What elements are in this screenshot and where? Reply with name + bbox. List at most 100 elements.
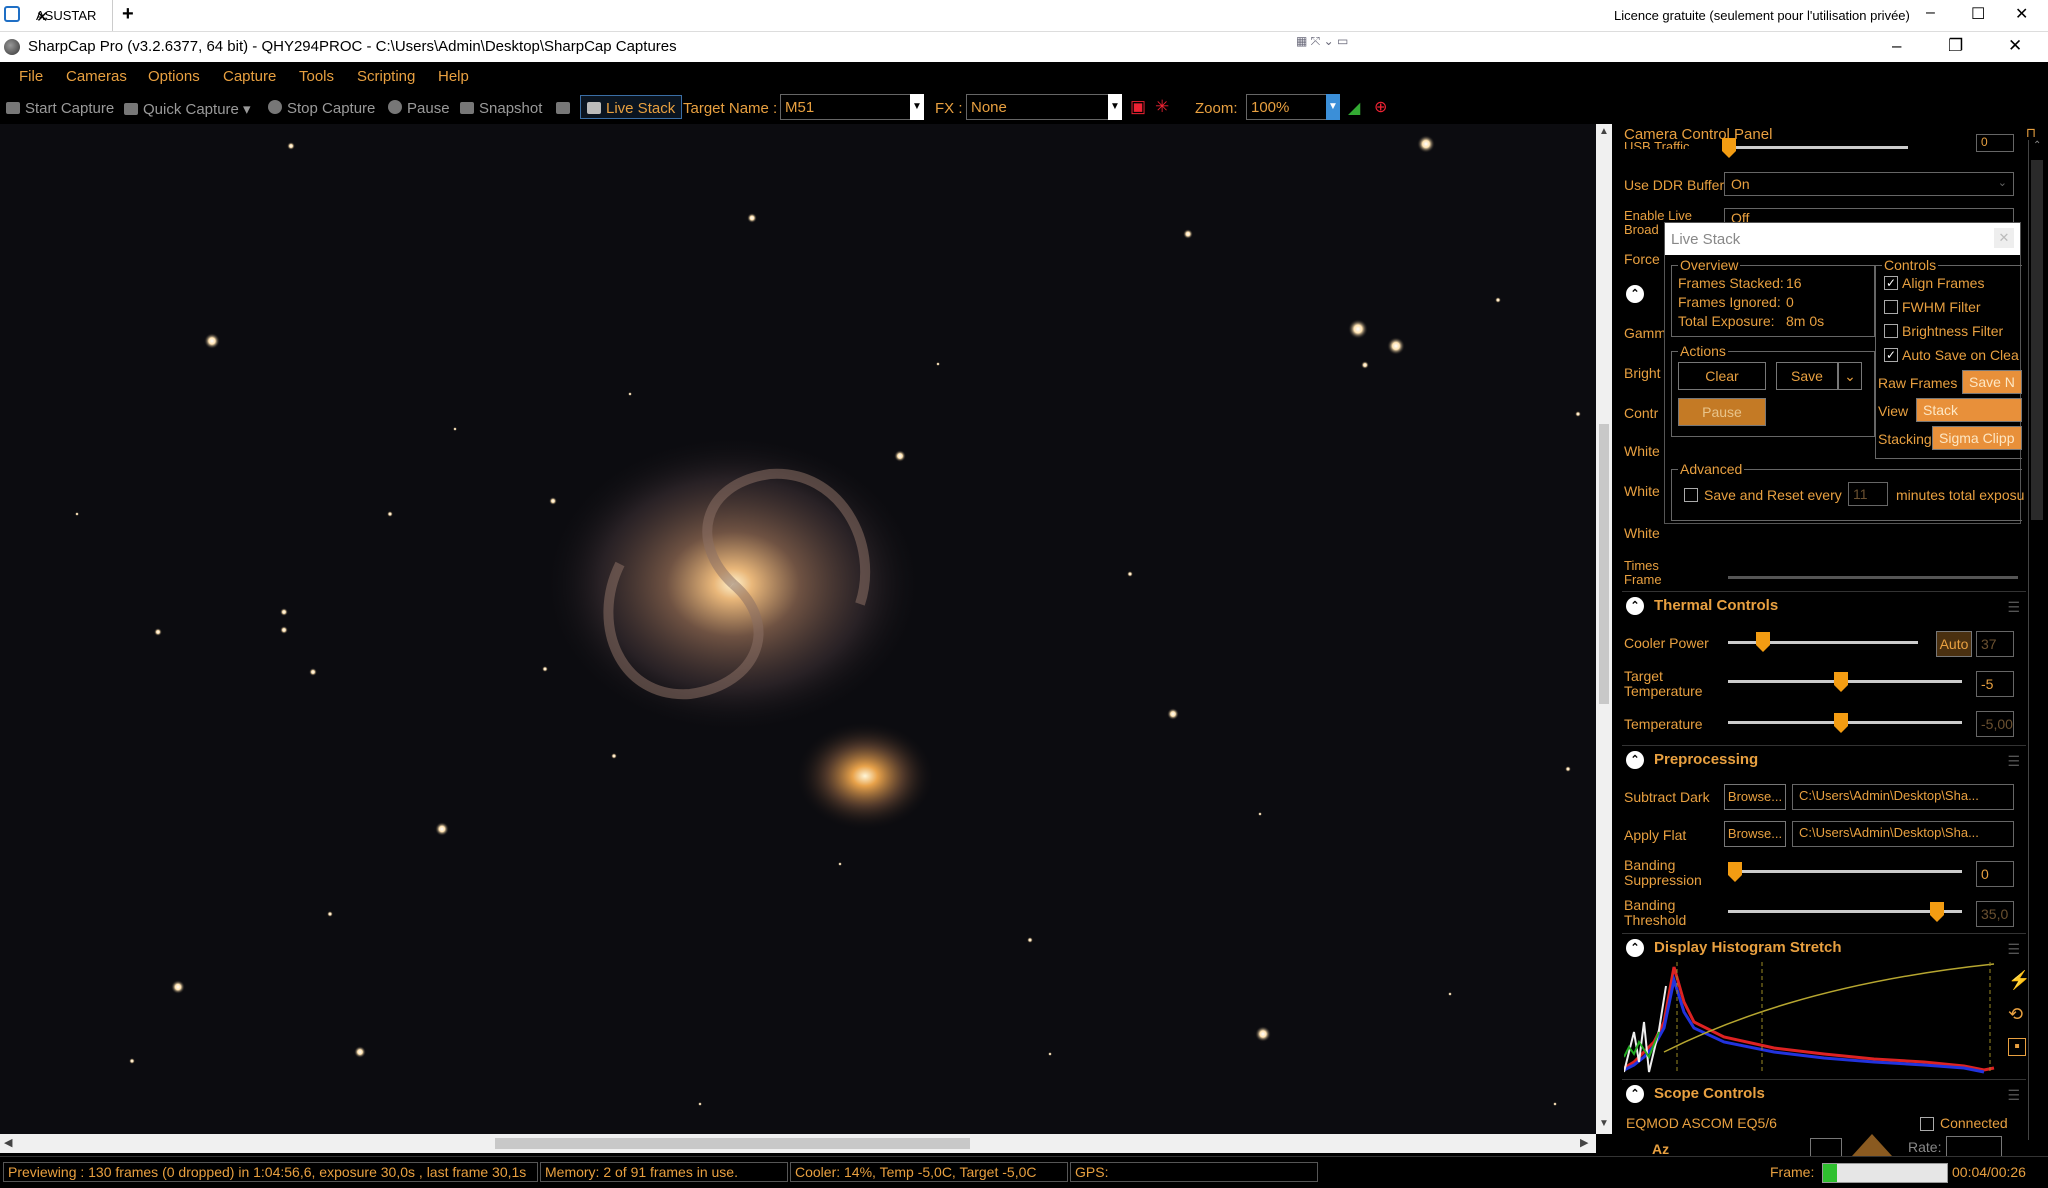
collapse-icon[interactable]: ⌃ xyxy=(1626,939,1644,957)
usb-traffic-slider[interactable] xyxy=(1728,146,1908,149)
scroll-down-icon[interactable]: ▼ xyxy=(1599,1118,1609,1129)
auto-save-checkbox[interactable]: ✓ xyxy=(1884,348,1898,362)
slider-knob[interactable] xyxy=(1834,672,1848,692)
thermal-controls-header[interactable]: ⌃ Thermal Controls ☰ xyxy=(1622,591,2026,620)
view-select[interactable]: Stack xyxy=(1916,398,2022,422)
target-name-select[interactable]: M51 xyxy=(780,94,924,120)
menu-scripting[interactable]: Scripting xyxy=(357,68,415,85)
close-icon[interactable]: ✕ xyxy=(2008,36,2022,56)
raw-frames-select[interactable]: Save N xyxy=(1962,370,2022,394)
menu-cameras[interactable]: Cameras xyxy=(66,68,127,85)
menu-tools[interactable]: Tools xyxy=(299,68,334,85)
slew-left-button[interactable] xyxy=(1810,1138,1842,1156)
restore-icon[interactable]: ❐ xyxy=(1948,36,1963,56)
chevron-down-icon[interactable]: ▼ xyxy=(1326,94,1340,120)
menu-file[interactable]: File xyxy=(19,68,43,85)
scope-controls-header[interactable]: ⌃ Scope Controls ☰ xyxy=(1622,1079,2026,1108)
quick-capture-button[interactable]: Quick Capture ▾ xyxy=(124,100,251,118)
cooler-power-value[interactable]: 37 xyxy=(1976,631,2014,657)
banding-suppression-slider[interactable] xyxy=(1728,870,1962,873)
chevron-down-icon[interactable]: ▼ xyxy=(910,94,924,120)
close-icon[interactable]: ✕ xyxy=(1994,228,2014,248)
menu-help[interactable]: Help xyxy=(438,68,469,85)
frame-slider[interactable] xyxy=(1728,576,2018,579)
cooler-auto-button[interactable]: Auto xyxy=(1936,631,1972,657)
start-capture-button[interactable]: Start Capture xyxy=(6,100,114,117)
snapshot-button[interactable]: Snapshot xyxy=(460,100,542,117)
panel-scrollbar[interactable]: ⌃ xyxy=(2028,140,2047,1140)
collapse-icon[interactable]: ⌃ xyxy=(1626,285,1644,303)
pin-icon[interactable]: ⊓ xyxy=(2026,125,2036,141)
slider-knob[interactable] xyxy=(1722,138,1736,158)
rate-select[interactable] xyxy=(1946,1136,2002,1156)
pause-button[interactable]: Pause xyxy=(388,100,450,117)
close-tab-icon[interactable]: ✕ xyxy=(36,8,104,26)
histogram-display[interactable] xyxy=(1623,962,2002,1074)
scroll-thumb[interactable] xyxy=(2031,160,2043,520)
minutes-input[interactable]: 11 xyxy=(1848,482,1888,506)
align-frames-checkbox[interactable]: ✓ xyxy=(1884,276,1898,290)
scroll-thumb[interactable] xyxy=(495,1138,970,1149)
chevron-down-icon[interactable]: ▼ xyxy=(1108,94,1122,120)
image-viewer[interactable] xyxy=(0,124,1596,1134)
menu-lines-icon[interactable]: ☰ xyxy=(2007,753,2020,770)
close-icon[interactable]: ✕ xyxy=(2015,4,2028,24)
monitor-icon[interactable] xyxy=(556,100,575,117)
slider-knob[interactable] xyxy=(1756,632,1770,652)
scroll-right-icon[interactable]: ▶ xyxy=(1580,1136,1588,1149)
reticle-icon[interactable]: ▣ xyxy=(1130,97,1146,117)
menu-lines-icon[interactable]: ☰ xyxy=(2007,941,2020,958)
collapse-icon[interactable]: ⌃ xyxy=(1626,751,1644,769)
browse-dark-button[interactable]: Browse... xyxy=(1724,784,1786,810)
slider-knob[interactable] xyxy=(1930,902,1944,922)
preprocessing-header[interactable]: ⌃ Preprocessing ☰ xyxy=(1622,745,2026,774)
fwhm-filter-checkbox[interactable] xyxy=(1884,300,1898,314)
clear-button[interactable]: Clear xyxy=(1678,362,1766,390)
remote-tab[interactable]: ASUSTAR ✕ xyxy=(26,0,113,31)
banding-threshold-value[interactable]: 35,0 xyxy=(1976,901,2014,927)
brightness-filter-checkbox[interactable] xyxy=(1884,324,1898,338)
dark-path-select[interactable]: C:\Users\Admin\Desktop\Sha... xyxy=(1792,784,2014,810)
browse-flat-button[interactable]: Browse... xyxy=(1724,821,1786,847)
connected-checkbox[interactable] xyxy=(1920,1117,1934,1131)
scroll-up-icon[interactable]: ⌃ xyxy=(2033,140,2041,151)
new-tab-icon[interactable]: + xyxy=(122,3,134,26)
live-stack-button[interactable]: Live Stack xyxy=(580,95,683,119)
zoom-search-icon[interactable]: ⊕ xyxy=(1374,97,1387,117)
banding-threshold-slider[interactable] xyxy=(1728,910,1962,913)
menu-capture[interactable]: Capture xyxy=(223,68,276,85)
reset-icon[interactable]: ⟲ xyxy=(2008,1004,2023,1025)
menu-options[interactable]: Options xyxy=(148,68,200,85)
pause-stack-button[interactable]: Pause xyxy=(1678,398,1766,426)
slew-up-icon[interactable] xyxy=(1852,1134,1892,1156)
image-controls-header[interactable]: ⌃ xyxy=(1612,280,1644,308)
scroll-up-icon[interactable]: ▲ xyxy=(1599,126,1609,137)
minimize-icon[interactable]: – xyxy=(1926,4,1935,22)
histogram-stretch-header[interactable]: ⌃ Display Histogram Stretch ☰ xyxy=(1622,933,2026,962)
histogram-icon[interactable]: ◢ xyxy=(1348,98,1360,118)
scroll-thumb[interactable] xyxy=(1599,424,1609,704)
stacking-select[interactable]: Sigma Clipp xyxy=(1932,426,2022,450)
stop-capture-button[interactable]: Stop Capture xyxy=(268,100,375,117)
ddr-buffer-select[interactable]: On ⌄ xyxy=(1724,172,2014,196)
menu-lines-icon[interactable]: ☰ xyxy=(2007,1087,2020,1104)
menu-lines-icon[interactable]: ☰ xyxy=(2007,599,2020,616)
remote-toolbar-icons[interactable]: ▦ ⤧ ⌄ ▭ xyxy=(1296,34,1348,49)
minimize-icon[interactable]: – xyxy=(1892,36,1901,56)
crosshair-icon[interactable]: ✳ xyxy=(1155,97,1169,117)
collapse-icon[interactable]: ⌃ xyxy=(1626,1085,1644,1103)
maximize-icon[interactable]: ☐ xyxy=(1971,4,1985,24)
save-options-button[interactable]: ⌄ xyxy=(1838,362,1862,390)
save-icon[interactable]: ▪ xyxy=(2008,1038,2026,1056)
fx-select[interactable]: None xyxy=(966,94,1122,120)
collapse-icon[interactable]: ⌃ xyxy=(1626,597,1644,615)
slider-knob[interactable] xyxy=(1728,862,1742,882)
viewer-vertical-scrollbar[interactable]: ▲ ▼ xyxy=(1596,124,1612,1134)
usb-traffic-value[interactable]: 0 xyxy=(1976,134,2014,152)
scroll-left-icon[interactable]: ◀ xyxy=(4,1136,12,1149)
viewer-horizontal-scrollbar[interactable]: ◀ ▶ xyxy=(0,1134,1596,1153)
target-temperature-value[interactable]: -5 xyxy=(1976,671,2014,697)
flat-path-select[interactable]: C:\Users\Admin\Desktop\Sha... xyxy=(1792,821,2014,847)
save-button[interactable]: Save xyxy=(1776,362,1838,390)
banding-suppression-value[interactable]: 0 xyxy=(1976,861,2014,887)
